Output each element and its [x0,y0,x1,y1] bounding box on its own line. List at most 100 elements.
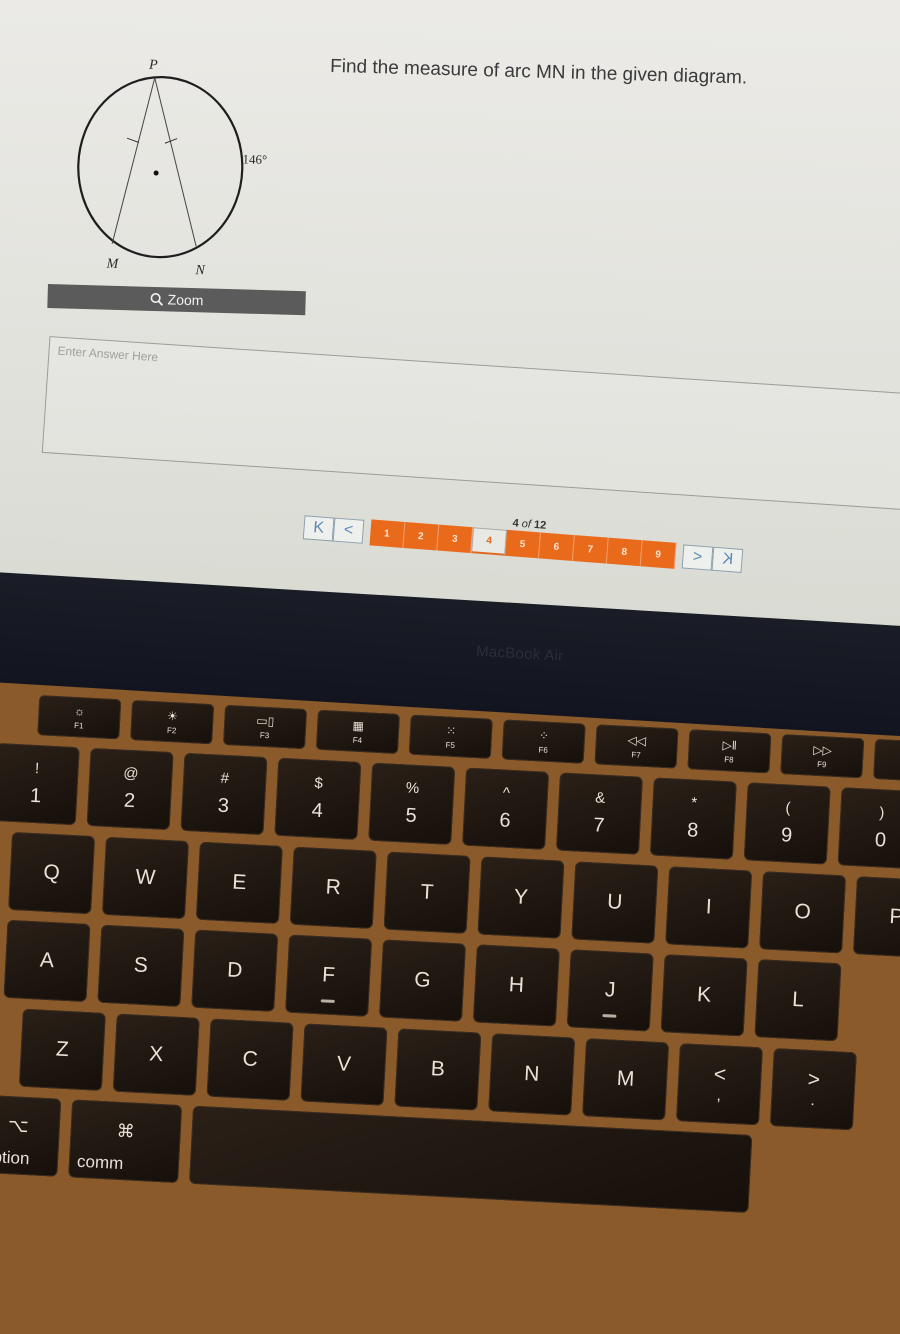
key-w[interactable]: W [101,836,189,920]
key-y[interactable]: Y [477,856,565,939]
key-e[interactable]: E [195,841,283,924]
key-a[interactable]: A [3,919,91,1003]
first-page-icon: K [312,519,325,537]
zoom-label: Zoom [167,291,204,309]
brand-label: MacBook Air [475,642,564,665]
magnifier-icon [150,292,164,306]
key-7[interactable]: & 7 [555,772,643,855]
key-command[interactable]: ⌘ comm [68,1099,183,1184]
key-q[interactable]: Q [8,831,96,915]
page-button-1[interactable]: 1 [369,519,406,548]
chevron-left-icon: < [343,521,354,540]
pagination: 4 of 12 K < 1 2 3 4 5 6 7 8 9 > K [302,514,744,574]
last-page-button[interactable]: K [711,546,744,573]
key-period[interactable]: >. [769,1048,857,1131]
key-c[interactable]: C [206,1018,294,1101]
next-page-button[interactable]: > [681,544,714,571]
key-1[interactable]: ! 1 [0,742,80,826]
mission-control-icon: ▭▯ [256,713,275,728]
key-p[interactable]: P [852,876,900,959]
key-h[interactable]: H [472,944,560,1027]
key-f9[interactable]: ▷▷ F9 [780,734,865,779]
brightness-down-icon: ☼ [73,703,86,719]
rewind-icon: ◁◁ [627,732,647,748]
key-f4[interactable]: ▦ F4 [315,709,400,754]
key-k[interactable]: K [660,954,748,1037]
brightness-up-icon: ☀ [166,708,179,723]
fast-forward-icon: ▷▷ [813,742,833,758]
key-6[interactable]: ^ 6 [462,767,550,850]
key-n[interactable]: N [488,1033,576,1116]
key-space[interactable] [189,1105,753,1213]
key-j[interactable]: J [566,949,654,1032]
key-v[interactable]: V [300,1023,388,1106]
page-button-9[interactable]: 9 [640,540,677,569]
key-4[interactable]: $4 [274,757,362,840]
key-f2[interactable]: ☀ F2 [130,699,215,745]
label-n: N [194,263,205,278]
label-p: P [148,58,158,73]
keyboard: ☼ F1 ☀ F2 ▭▯ F3 ▦ F4 ⁙ F5 ⁘ F6 ◁◁ F7 ▷‖ F8 ▷▷ F9 … [0,682,900,1334]
label-m: M [105,257,119,272]
play-pause-icon: ▷‖ [722,737,738,753]
key-o[interactable]: O [759,871,847,954]
home-key-bump [320,999,335,1003]
key-f10[interactable]: ◁F10 [873,738,900,784]
answer-input[interactable] [42,337,900,512]
key-f[interactable]: F [285,934,373,1017]
arc-measure-label: 146° [242,151,267,167]
key-l[interactable]: L [754,959,842,1042]
key-u[interactable]: U [571,861,659,944]
command-icon: ⌘ [116,1120,136,1142]
key-b[interactable]: B [394,1028,482,1111]
key-z[interactable]: Z [18,1008,106,1091]
key-0[interactable]: ) 0 [837,787,900,870]
key-8[interactable]: * 8 [649,777,737,860]
circle-diagram-svg: P M N 146° [77,58,267,278]
prev-page-button[interactable]: < [332,517,365,544]
key-f7[interactable]: ◁◁ F7 [594,724,679,769]
key-f6[interactable]: ⁘ F6 [501,719,586,764]
key-5[interactable]: % 5 [368,762,456,845]
page-button-2[interactable]: 2 [403,522,440,551]
key-2[interactable]: @2 [86,747,174,831]
key-t[interactable]: T [383,851,471,934]
key-m[interactable]: M [582,1038,670,1121]
key-s[interactable]: S [97,924,185,1007]
key-r[interactable]: R [289,846,377,929]
answer-box[interactable] [41,336,900,513]
page-button-8[interactable]: 8 [606,537,643,567]
page-count: 4 of 12 [512,517,547,532]
circle-diagram: P M N 146° [49,44,316,291]
page-button-5[interactable]: 5 [505,529,541,559]
key-f5[interactable]: ⁙ F5 [408,714,493,759]
keyboard-light-up-icon: ⁘ [538,727,550,743]
page-button-6[interactable]: 6 [538,532,575,561]
laptop-screen: Find the measure of arc MN in the given … [0,0,900,627]
key-9[interactable]: (9 [743,782,831,865]
key-comma[interactable]: <, [675,1043,763,1126]
key-option[interactable]: ⌥ option [0,1094,62,1177]
page-button-3[interactable]: 3 [437,524,474,554]
key-d[interactable]: D [191,929,279,1012]
center-point [153,170,159,176]
page-button-4-current[interactable]: 4 [471,527,508,556]
chord-pm [111,77,156,244]
key-f1[interactable]: ☼ F1 [37,695,122,740]
key-f3[interactable]: ▭▯ F3 [223,704,308,750]
page-button-7[interactable]: 7 [572,535,609,564]
chevron-right-icon: > [692,548,703,566]
last-page-icon: K [721,550,734,569]
question-text: Find the measure of arc MN in the given … [329,55,748,89]
circle [77,76,244,259]
key-g[interactable]: G [378,939,466,1022]
key-i[interactable]: I [665,866,753,949]
launchpad-icon: ▦ [352,718,365,733]
key-f8[interactable]: ▷‖ F8 [687,729,772,774]
chord-pn [154,77,197,247]
home-key-bump [601,1014,616,1018]
key-x[interactable]: X [112,1013,200,1096]
keyboard-light-down-icon: ⁙ [445,722,457,738]
first-page-button[interactable]: K [302,515,335,542]
key-3[interactable]: #3 [180,752,268,836]
